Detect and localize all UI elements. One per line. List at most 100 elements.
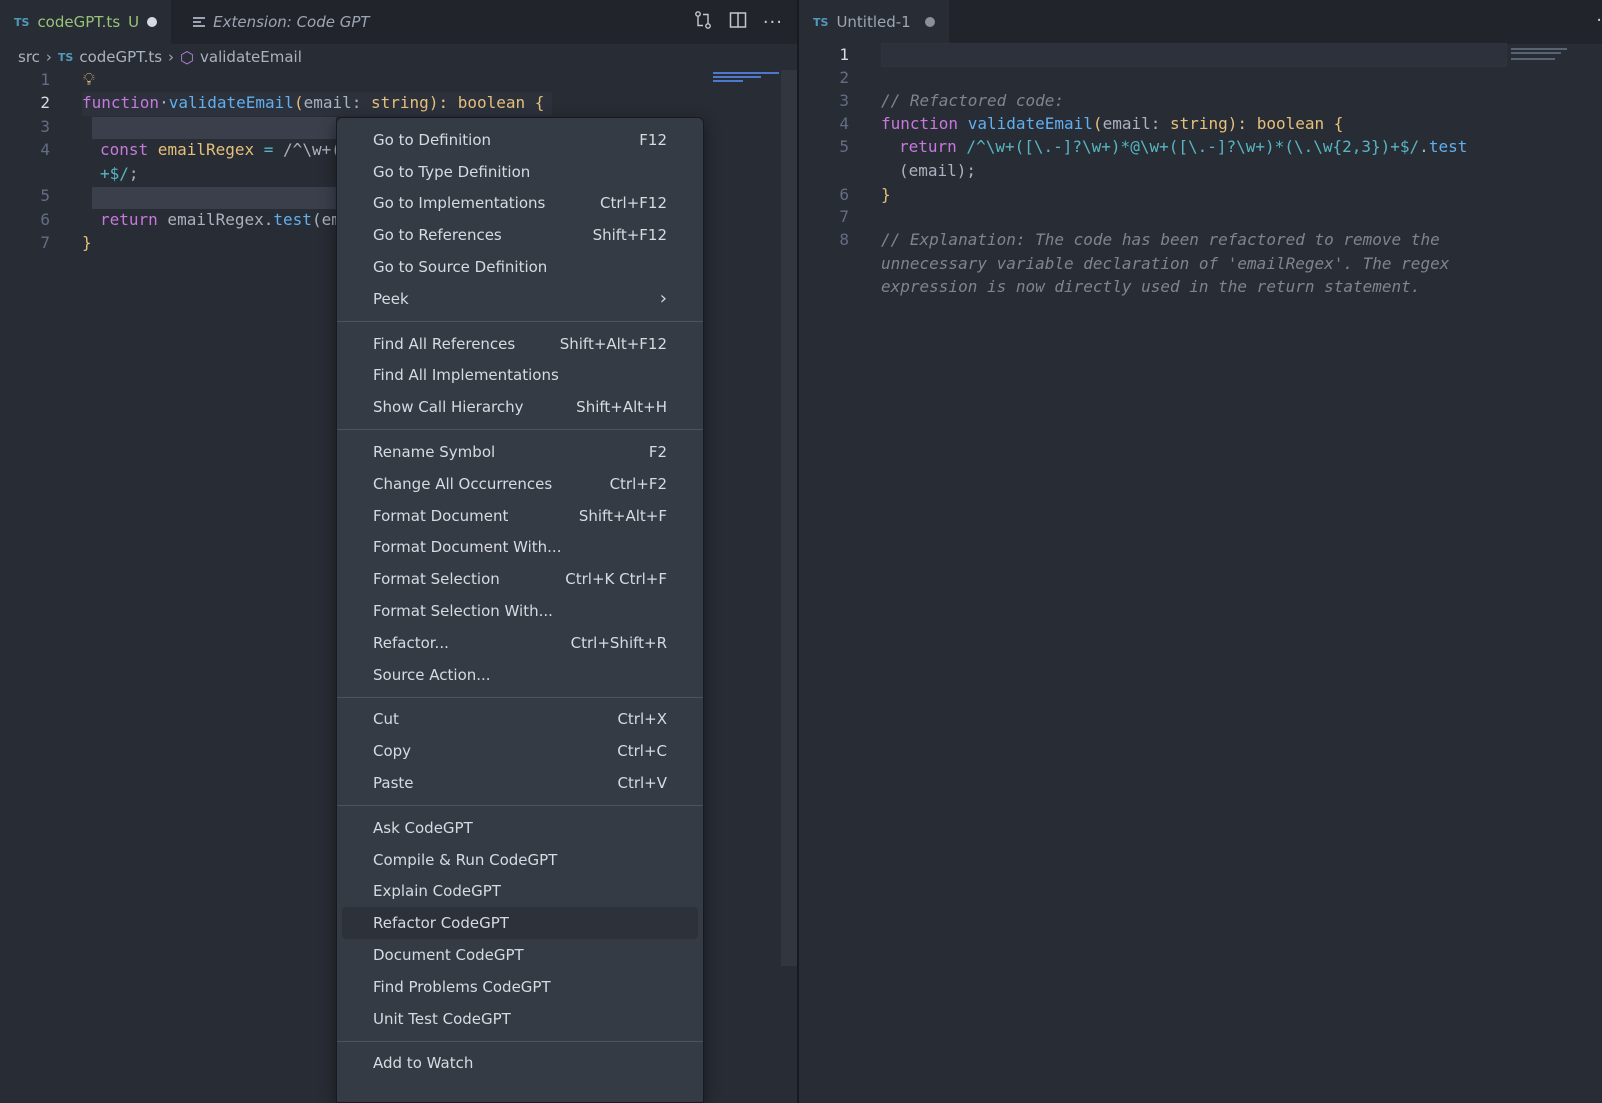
breadcrumb-folder[interactable]: src xyxy=(18,48,40,66)
menu-item-keybinding: Ctrl+K Ctrl+F xyxy=(565,570,667,589)
menu-item-show-call-hierarchy[interactable]: Show Call Hierarchy Shift+Alt+H xyxy=(337,391,703,423)
menu-item-go-to-source-definition[interactable]: Go to Source Definition xyxy=(337,251,703,283)
menu-item-go-to-type-definition[interactable]: Go to Type Definition xyxy=(337,156,703,188)
menu-item-label: Show Call Hierarchy xyxy=(373,398,524,417)
menu-item-paste[interactable]: Paste Ctrl+V xyxy=(337,767,703,799)
editor-actions: ··· xyxy=(693,0,783,44)
menu-item-cut[interactable]: Cut Ctrl+X xyxy=(337,704,703,736)
menu-item-label: Explain CodeGPT xyxy=(373,882,501,901)
code-line-6: } xyxy=(881,185,891,204)
menu-item-add-to-watch[interactable]: Add to Watch xyxy=(337,1048,703,1080)
tab-label: codeGPT.ts xyxy=(37,13,121,31)
tab-extension-code-gpt[interactable]: Extension: Code GPT xyxy=(171,0,383,44)
menu-item-find-all-references[interactable]: Find All References Shift+Alt+F12 xyxy=(337,328,703,360)
menu-item-compile-run-codegpt[interactable]: Compile & Run CodeGPT xyxy=(337,844,703,876)
menu-item-explain-codegpt[interactable]: Explain CodeGPT xyxy=(337,876,703,908)
menu-item-go-to-implementations[interactable]: Go to Implementations Ctrl+F12 xyxy=(337,188,703,220)
line-number: 2 xyxy=(839,68,849,87)
selection-highlight xyxy=(92,187,336,209)
unsaved-dot-icon[interactable] xyxy=(147,17,158,27)
menu-item-label: Cut xyxy=(373,710,399,729)
menu-item-label: Refactor... xyxy=(373,633,449,652)
menu-item-format-document-with[interactable]: Format Document With... xyxy=(337,532,703,564)
menu-item-keybinding: Ctrl+F2 xyxy=(609,474,667,493)
menu-item-refactor-codegpt[interactable]: Refactor CodeGPT xyxy=(342,907,698,940)
menu-item-label: Rename Symbol xyxy=(373,443,496,462)
menu-item-label: Format Document xyxy=(373,506,509,525)
more-actions-icon[interactable]: ··· xyxy=(763,12,783,33)
menu-item-label: Go to Definition xyxy=(373,130,492,149)
menu-item-label: Paste xyxy=(373,774,414,793)
vertical-scrollbar[interactable] xyxy=(781,70,797,966)
code-line-8: // Explanation: The code has been refact… xyxy=(881,230,1440,249)
chevron-right-icon: › xyxy=(659,288,667,310)
menu-item-find-problems-codegpt[interactable]: Find Problems CodeGPT xyxy=(337,971,703,1003)
code-line-4: function validateEmail(email: string): b… xyxy=(881,114,1344,133)
line-number: 6 xyxy=(839,185,849,204)
menu-item-label: Format Document With... xyxy=(373,538,562,557)
menu-item-find-all-implementations[interactable]: Find All Implementations xyxy=(337,360,703,392)
line-number: 3 xyxy=(839,91,849,110)
menu-item-label: Go to References xyxy=(373,226,502,245)
breadcrumb-file[interactable]: codeGPT.ts xyxy=(79,48,162,66)
line-number: 8 xyxy=(839,230,849,249)
lightbulb-icon[interactable]: 💡︎ xyxy=(83,70,95,90)
menu-item-keybinding: Ctrl+F12 xyxy=(600,194,667,213)
menu-item-refactor[interactable]: Refactor... Ctrl+Shift+R xyxy=(337,627,703,659)
menu-item-format-selection[interactable]: Format Selection Ctrl+K Ctrl+F xyxy=(337,563,703,595)
menu-item-label: Unit Test CodeGPT xyxy=(373,1009,511,1028)
tab-label: Extension: Code GPT xyxy=(213,13,370,31)
line-number: 4 xyxy=(839,114,849,133)
open-changes-icon[interactable] xyxy=(693,10,713,35)
menu-item-change-all-occurrences[interactable]: Change All Occurrences Ctrl+F2 xyxy=(337,468,703,500)
menu-item-document-codegpt[interactable]: Document CodeGPT xyxy=(337,939,703,971)
menu-item-format-document[interactable]: Format Document Shift+Alt+F xyxy=(337,500,703,532)
menu-item-label: Ask CodeGPT xyxy=(373,818,473,837)
typescript-icon: TS xyxy=(14,15,30,29)
more-actions-icon[interactable]: · xyxy=(1596,10,1602,31)
menu-item-label: Compile & Run CodeGPT xyxy=(373,850,558,869)
menu-item-label: Find All References xyxy=(373,334,516,353)
minimap[interactable] xyxy=(713,70,781,84)
unsaved-dot-icon[interactable] xyxy=(924,17,935,27)
code-line-5: return /^\w+([\.-]?\w+)*@\w+([\.-]?\w+)*… xyxy=(899,137,1468,156)
menu-item-keybinding: Shift+F12 xyxy=(592,226,667,245)
code-line-8-wrap: expression is now directly used in the r… xyxy=(881,277,1421,296)
menu-item-go-to-definition[interactable]: Go to Definition F12 xyxy=(337,124,703,156)
editor-context-menu: Go to Definition F12 Go to Type Definition… xyxy=(336,117,704,1103)
menu-item-keybinding: Ctrl+Shift+R xyxy=(570,633,667,652)
menu-item-label: Format Selection xyxy=(373,570,500,589)
code-line-4-wrap: +$/; xyxy=(100,164,139,183)
minimap[interactable] xyxy=(1511,46,1571,66)
menu-item-source-action[interactable]: Source Action... xyxy=(337,659,703,691)
split-editor-icon[interactable] xyxy=(729,11,747,34)
code-line-7: } xyxy=(82,233,92,252)
tab-codegpt-ts[interactable]: TS codeGPT.ts U xyxy=(0,0,172,44)
menu-item-keybinding: Ctrl+V xyxy=(617,774,667,793)
menu-item-peek[interactable]: Peek › xyxy=(337,283,703,315)
menu-item-ask-codegpt[interactable]: Ask CodeGPT xyxy=(337,812,703,844)
line-number: 2 xyxy=(40,93,50,112)
tab-untitled-1[interactable]: TS Untitled-1 xyxy=(799,0,949,44)
menu-item-keybinding: F12 xyxy=(639,130,667,149)
menu-separator xyxy=(337,429,703,431)
menu-item-copy[interactable]: Copy Ctrl+C xyxy=(337,735,703,767)
menu-item-label: Format Selection With... xyxy=(373,602,553,621)
line-number: 4 xyxy=(40,140,50,159)
menu-item-go-to-references[interactable]: Go to References Shift+F12 xyxy=(337,219,703,251)
line-number: 6 xyxy=(40,210,50,229)
chevron-right-icon: › xyxy=(45,48,52,66)
line-number: 7 xyxy=(40,233,50,252)
menu-item-format-selection-with[interactable]: Format Selection With... xyxy=(337,595,703,627)
line-number: 3 xyxy=(40,117,50,136)
menu-separator xyxy=(337,320,703,322)
code-line-4: const emailRegex = /^\w+( xyxy=(100,140,341,159)
menu-item-rename-symbol[interactable]: Rename Symbol F2 xyxy=(337,436,703,468)
menu-item-unit-test-codegpt[interactable]: Unit Test CodeGPT xyxy=(337,1003,703,1035)
code-line-8-wrap: unnecessary variable declaration of 'ema… xyxy=(881,254,1450,273)
selection-highlight xyxy=(92,117,336,139)
breadcrumb-symbol[interactable]: validateEmail xyxy=(200,48,302,66)
menu-item-label: Refactor CodeGPT xyxy=(373,914,509,933)
untracked-badge: U xyxy=(128,13,140,31)
menu-item-label: Go to Type Definition xyxy=(373,162,531,181)
